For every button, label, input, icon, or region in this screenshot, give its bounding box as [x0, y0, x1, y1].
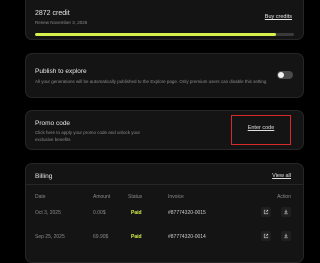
row-status: Paid: [131, 234, 142, 240]
external-link-icon[interactable]: [261, 207, 271, 217]
toggle-knob: [278, 72, 284, 78]
column-header-status: Status: [128, 194, 143, 200]
column-header-amount: Amount: [93, 194, 111, 200]
column-header-date: Date: [35, 194, 46, 200]
row-amount: 0.00$: [93, 210, 106, 216]
billing-divider: [26, 184, 303, 185]
renew-date: Renew November 3, 2025: [35, 20, 88, 25]
row-status: Paid: [131, 210, 142, 216]
credit-progress-fill: [35, 33, 276, 36]
external-link-icon[interactable]: [261, 231, 271, 241]
view-all-link[interactable]: View all: [272, 173, 291, 179]
row-date: Oct 3, 2025: [35, 210, 61, 216]
promo-title: Promo code: [35, 120, 71, 127]
publish-title: Publish to explore: [35, 68, 87, 75]
row-invoice: #87774320-0014: [168, 234, 206, 240]
table-row: Sep 25, 2025 69.90$ Paid #87774320-0014: [26, 231, 303, 245]
buy-credits-link[interactable]: Buy credits: [265, 14, 292, 20]
column-header-action: Action: [277, 194, 291, 200]
billing-title: Billing: [35, 173, 53, 180]
column-header-invoice: Invoice: [168, 194, 184, 200]
credits-card: 2872 credit Renew November 3, 2025 Buy c…: [25, 0, 304, 40]
enter-code-link[interactable]: Enter code: [232, 125, 290, 131]
credit-progress-bar: [35, 33, 294, 36]
promo-description: Click here to apply your promo code and …: [35, 130, 141, 142]
download-icon[interactable]: [281, 231, 291, 241]
publish-description: All your generations will be automatical…: [35, 79, 267, 84]
download-icon[interactable]: [281, 207, 291, 217]
table-row: Oct 3, 2025 0.00$ Paid #87774320-0015: [26, 207, 303, 221]
publish-card: Publish to explore All your generations …: [25, 53, 304, 98]
row-date: Sep 25, 2025: [35, 234, 65, 240]
row-invoice: #87774320-0015: [168, 210, 206, 216]
promo-card: Promo code Click here to apply your prom…: [25, 110, 304, 150]
billing-card: Billing View all Date Amount Status Invo…: [25, 163, 304, 263]
credit-amount: 2872 credit: [35, 10, 70, 17]
row-amount: 69.90$: [93, 234, 109, 240]
publish-toggle[interactable]: [277, 71, 293, 79]
